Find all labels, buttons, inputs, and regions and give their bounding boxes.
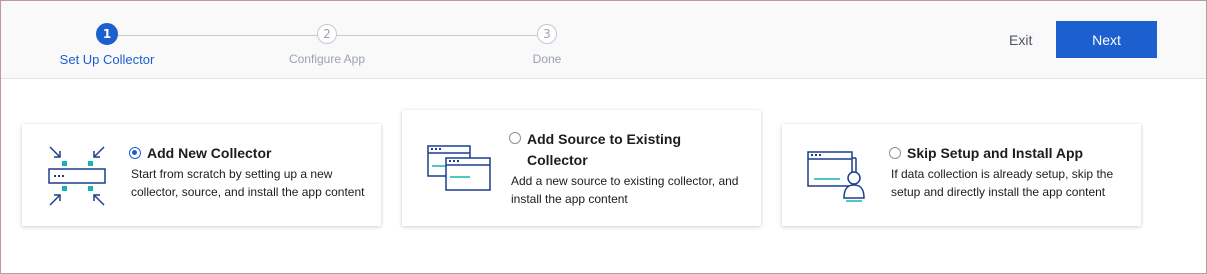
wizard-header: 1 Set Up Collector 2 Configure App 3 Don…	[1, 1, 1206, 79]
option-description: If data collection is already setup, ski…	[891, 167, 1114, 199]
step-3-label: Done	[532, 52, 562, 66]
new-collector-icon	[48, 146, 106, 206]
step-1-label: Set Up Collector	[59, 52, 155, 67]
option-radio-add-source[interactable]	[509, 132, 521, 144]
step-1-indicator: 1	[96, 23, 118, 45]
next-button[interactable]: Next	[1056, 21, 1157, 58]
option-description: Add a new source to existing collector, …	[511, 174, 739, 206]
option-card-skip-setup[interactable]: Skip Setup and Install App If data colle…	[782, 124, 1141, 226]
option-card-new-collector[interactable]: Add New Collector Start from scratch by …	[22, 124, 381, 226]
option-description: Start from scratch by setting up a new c…	[131, 167, 365, 199]
step-2-label: Configure App	[288, 52, 366, 66]
option-radio-skip-setup[interactable]	[889, 147, 901, 159]
exit-button[interactable]: Exit	[1009, 32, 1032, 48]
step-3-number: 3	[543, 27, 551, 41]
option-title: Add New Collector	[147, 145, 272, 161]
option-radio-new-collector[interactable]	[129, 147, 141, 159]
step-connector	[107, 35, 327, 36]
option-title: Skip Setup and Install App	[907, 145, 1084, 161]
skip-setup-icon	[807, 151, 865, 202]
option-card-add-source[interactable]: Add Source to Existing Collector Add a n…	[402, 110, 761, 226]
step-connector	[327, 35, 547, 36]
step-1-number: 1	[102, 27, 112, 41]
step-2-number: 2	[323, 27, 331, 41]
step-3-indicator: 3	[537, 24, 557, 44]
step-2-indicator: 2	[317, 24, 337, 44]
add-source-icon	[427, 145, 491, 191]
option-title: Add Source to Existing Collector	[527, 131, 682, 168]
options-area: Add New Collector Start from scratch by …	[1, 79, 1206, 273]
